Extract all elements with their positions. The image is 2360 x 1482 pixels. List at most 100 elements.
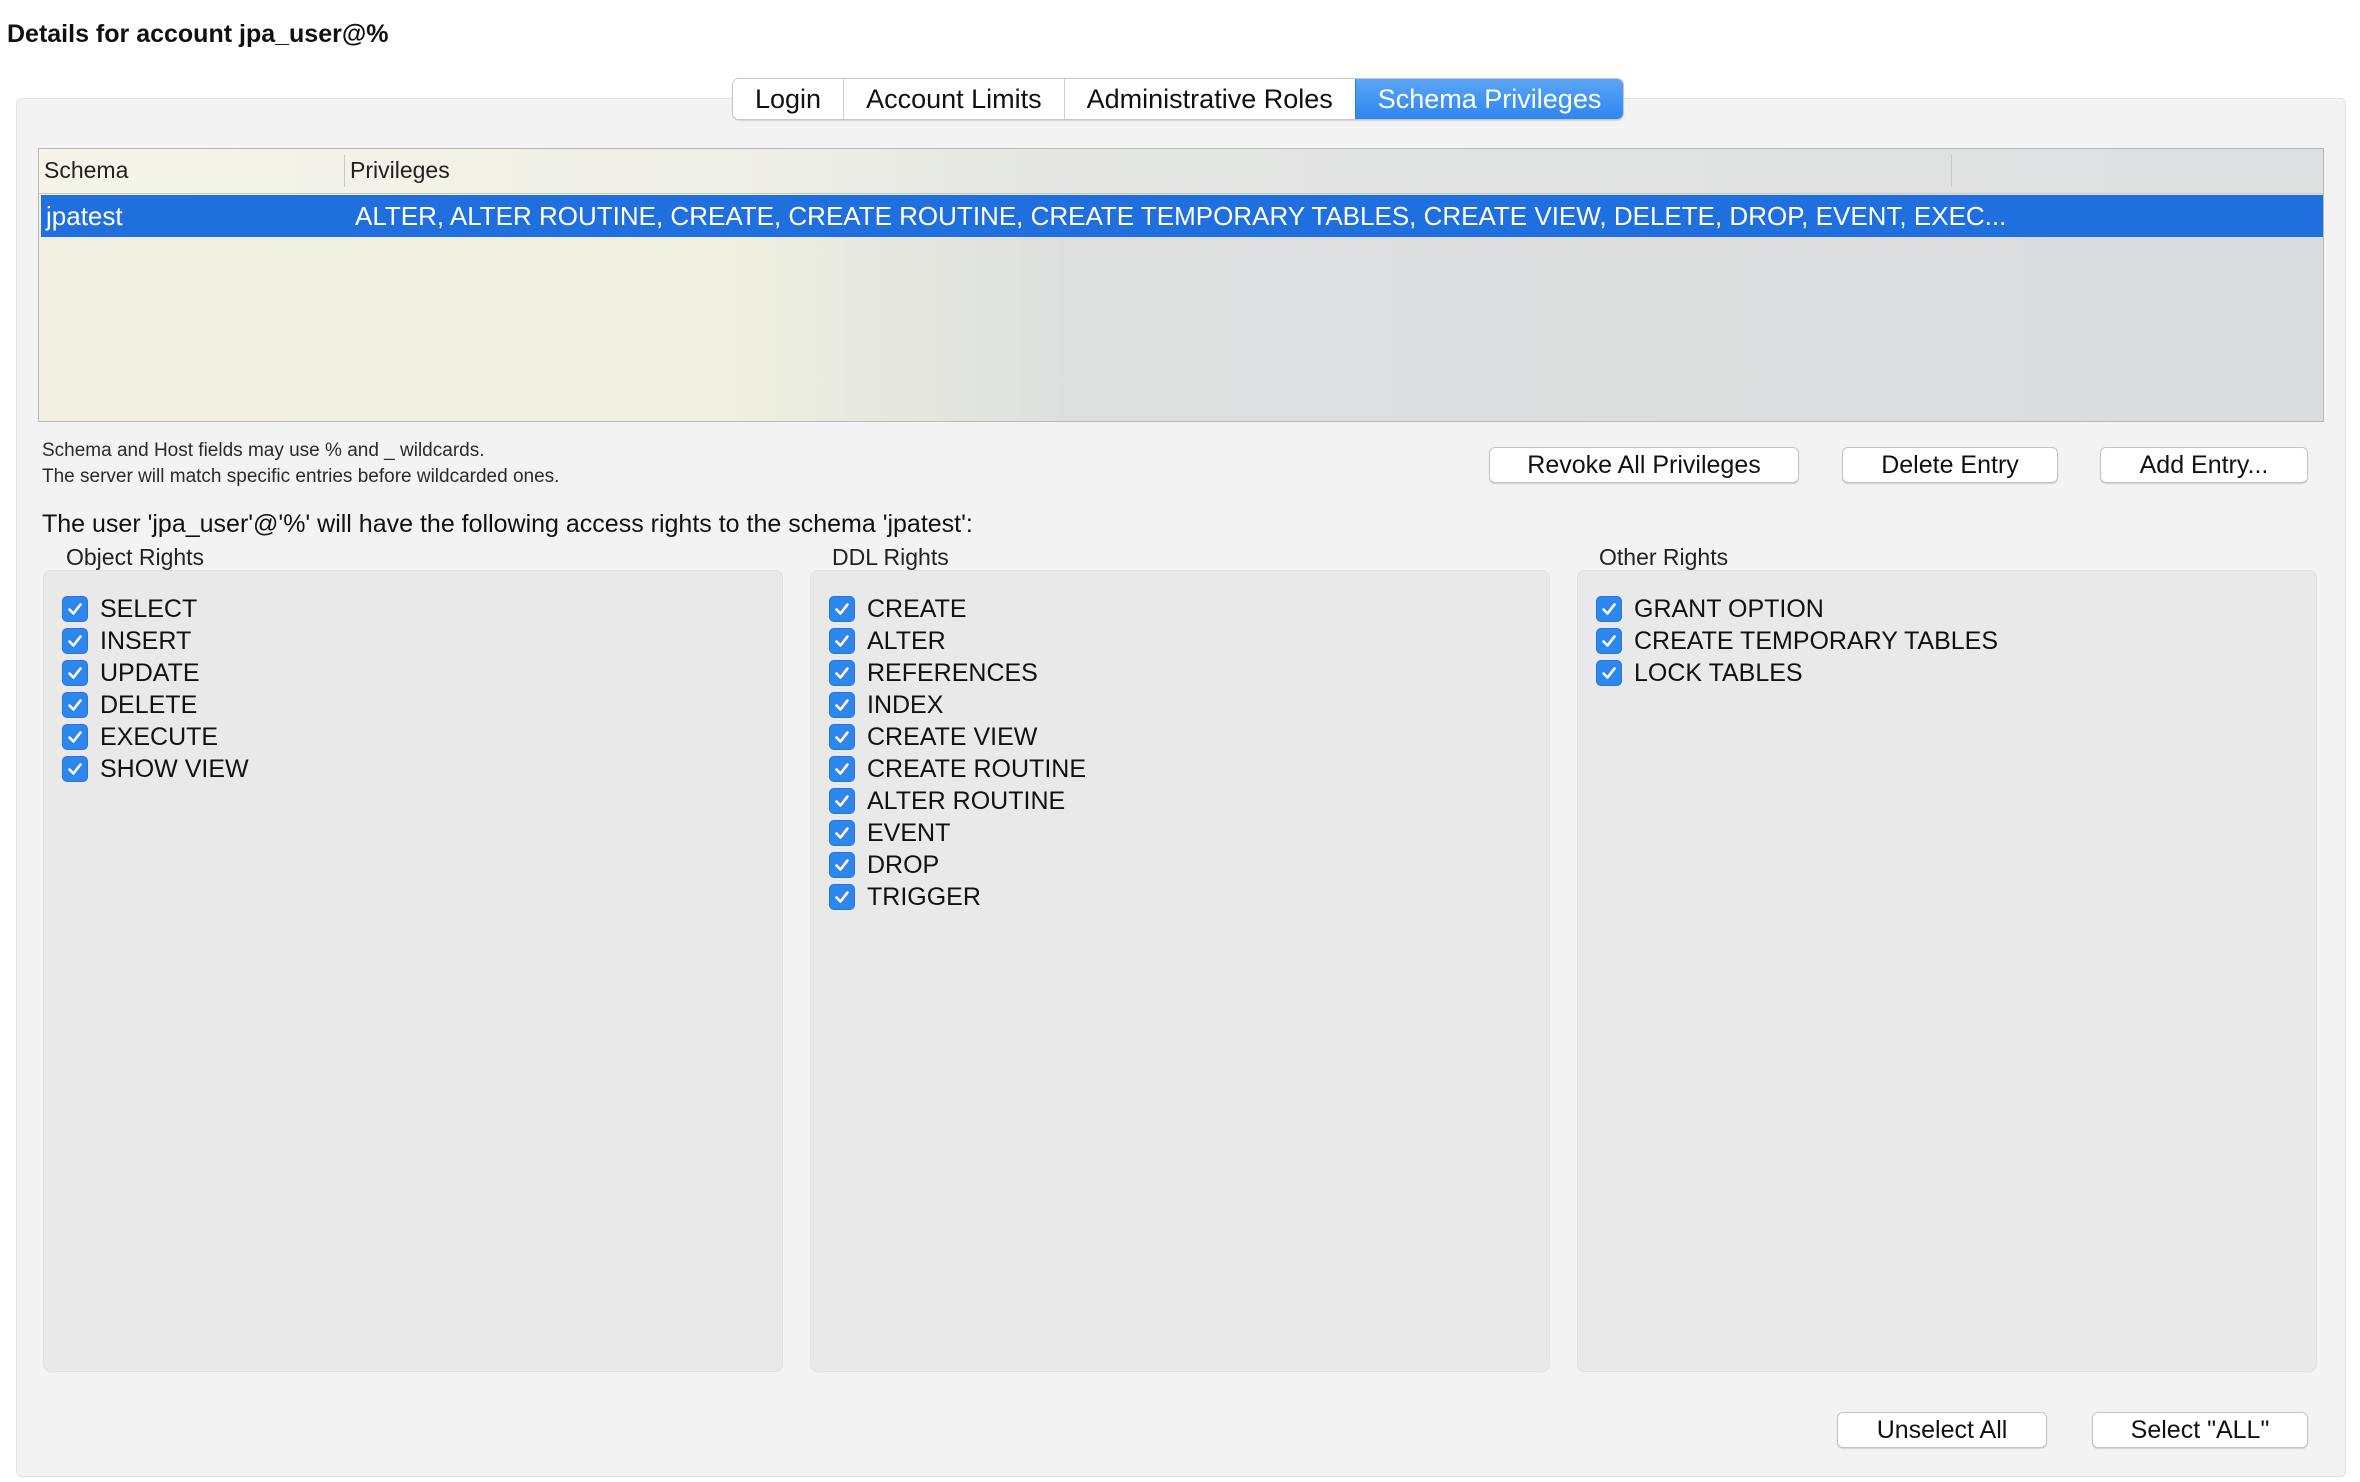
column-header-privileges[interactable]: Privileges <box>350 157 450 184</box>
checkbox-lock-tables[interactable] <box>1596 660 1622 686</box>
checkmark-icon <box>66 664 84 682</box>
checkbox-label: DELETE <box>100 690 198 719</box>
column-header-schema[interactable]: Schema <box>44 157 128 184</box>
checkmark-icon <box>66 696 84 714</box>
checkbox-label: INSERT <box>100 626 192 655</box>
checkmark-icon <box>1600 664 1618 682</box>
checkbox-index[interactable] <box>829 692 855 718</box>
other-rights-panel: GRANT OPTION CREATE TEMPORARY TABLES LOCK … <box>1577 570 2317 1372</box>
checkbox-alter-routine[interactable] <box>829 788 855 814</box>
checkbox-row-update[interactable]: UPDATE <box>62 657 249 689</box>
checkbox-row-drop[interactable]: DROP <box>829 849 1086 881</box>
checkmark-icon <box>66 728 84 746</box>
checkbox-label: CREATE ROUTINE <box>867 754 1086 783</box>
checkbox-references[interactable] <box>829 660 855 686</box>
table-header: Schema Privileges <box>39 149 2323 194</box>
checkmark-icon <box>66 632 84 650</box>
schema-privileges-table[interactable]: Schema Privileges jpatest ALTER, ALTER R… <box>38 148 2324 422</box>
column-divider[interactable] <box>344 155 345 187</box>
checkbox-label: EXECUTE <box>100 722 219 751</box>
checkbox-row-grant-option[interactable]: GRANT OPTION <box>1596 593 1998 625</box>
checkmark-icon <box>1600 600 1618 618</box>
checkmark-icon <box>833 664 851 682</box>
tab-bar: Login Account Limits Administrative Role… <box>732 78 1625 120</box>
object-rights-panel: SELECT INSERT UPDATE DELETE EXECUTE SHOW VIEW <box>43 570 783 1372</box>
checkbox-insert[interactable] <box>62 628 88 654</box>
checkbox-row-execute[interactable]: EXECUTE <box>62 721 249 753</box>
ddl-rights-title: DDL Rights <box>832 544 949 570</box>
unselect-all-button[interactable]: Unselect All <box>1837 1412 2047 1448</box>
checkbox-row-create-routine[interactable]: CREATE ROUTINE <box>829 753 1086 785</box>
checkbox-row-create-view[interactable]: CREATE VIEW <box>829 721 1086 753</box>
checkmark-icon <box>1600 632 1618 650</box>
checkmark-icon <box>833 728 851 746</box>
add-entry-button[interactable]: Add Entry... <box>2100 447 2308 483</box>
checkmark-icon <box>833 888 851 906</box>
checkmark-icon <box>66 760 84 778</box>
checkmark-icon <box>66 600 84 618</box>
checkmark-icon <box>833 600 851 618</box>
checkbox-create-routine[interactable] <box>829 756 855 782</box>
table-row[interactable]: jpatest ALTER, ALTER ROUTINE, CREATE, CR… <box>41 195 2323 237</box>
checkbox-create-temporary-tables[interactable] <box>1596 628 1622 654</box>
checkbox-label: CREATE VIEW <box>867 722 1038 751</box>
checkbox-label: CREATE <box>867 594 967 623</box>
wildcard-hint: Schema and Host fields may use % and _ w… <box>42 440 485 461</box>
checkbox-row-alter[interactable]: ALTER <box>829 625 1086 657</box>
checkbox-grant-option[interactable] <box>1596 596 1622 622</box>
checkbox-label: GRANT OPTION <box>1634 594 1824 623</box>
checkbox-create[interactable] <box>829 596 855 622</box>
select-all-button[interactable]: Select "ALL" <box>2092 1412 2308 1448</box>
tab-login[interactable]: Login <box>733 79 844 119</box>
checkbox-row-create[interactable]: CREATE <box>829 593 1086 625</box>
checkbox-row-insert[interactable]: INSERT <box>62 625 249 657</box>
tab-account-limits[interactable]: Account Limits <box>843 79 1064 119</box>
checkbox-create-view[interactable] <box>829 724 855 750</box>
tab-administrative-roles[interactable]: Administrative Roles <box>1063 79 1355 119</box>
delete-entry-button[interactable]: Delete Entry <box>1842 447 2058 483</box>
checkbox-alter[interactable] <box>829 628 855 654</box>
checkmark-icon <box>833 696 851 714</box>
other-rights-title: Other Rights <box>1599 544 1729 570</box>
checkbox-row-references[interactable]: REFERENCES <box>829 657 1086 689</box>
checkbox-row-lock-tables[interactable]: LOCK TABLES <box>1596 657 1998 689</box>
revoke-all-privileges-button[interactable]: Revoke All Privileges <box>1489 447 1799 483</box>
checkmark-icon <box>833 760 851 778</box>
checkbox-label: SHOW VIEW <box>100 754 249 783</box>
ddl-rights-panel: CREATE ALTER REFERENCES INDEX CREATE VIEW CRE… <box>810 570 1550 1372</box>
checkbox-row-delete[interactable]: DELETE <box>62 689 249 721</box>
checkbox-label: TRIGGER <box>867 882 981 911</box>
checkbox-execute[interactable] <box>62 724 88 750</box>
checkbox-label: ALTER ROUTINE <box>867 786 1066 815</box>
checkmark-icon <box>833 824 851 842</box>
checkbox-row-event[interactable]: EVENT <box>829 817 1086 849</box>
checkbox-row-show-view[interactable]: SHOW VIEW <box>62 753 249 785</box>
match-hint: The server will match specific entries b… <box>42 466 560 487</box>
checkbox-show-view[interactable] <box>62 756 88 782</box>
checkbox-row-index[interactable]: INDEX <box>829 689 1086 721</box>
checkbox-label: LOCK TABLES <box>1634 658 1803 687</box>
checkbox-label: EVENT <box>867 818 951 847</box>
checkbox-label: UPDATE <box>100 658 200 687</box>
cell-privileges: ALTER, ALTER ROUTINE, CREATE, CREATE ROU… <box>355 201 2007 231</box>
window-title: Details for account jpa_user@% <box>7 20 389 48</box>
checkbox-row-trigger[interactable]: TRIGGER <box>829 881 1086 913</box>
checkbox-select[interactable] <box>62 596 88 622</box>
tab-schema-privileges[interactable]: Schema Privileges <box>1354 79 1624 119</box>
checkbox-delete[interactable] <box>62 692 88 718</box>
column-divider[interactable] <box>1951 155 1952 187</box>
checkbox-row-select[interactable]: SELECT <box>62 593 249 625</box>
checkbox-label: ALTER <box>867 626 946 655</box>
checkbox-trigger[interactable] <box>829 884 855 910</box>
checkbox-update[interactable] <box>62 660 88 686</box>
checkmark-icon <box>833 632 851 650</box>
access-rights-label: The user 'jpa_user'@'%' will have the fo… <box>42 510 973 538</box>
checkbox-drop[interactable] <box>829 852 855 878</box>
checkbox-row-alter-routine[interactable]: ALTER ROUTINE <box>829 785 1086 817</box>
checkbox-event[interactable] <box>829 820 855 846</box>
checkbox-label: INDEX <box>867 690 944 719</box>
checkbox-row-create-temporary-tables[interactable]: CREATE TEMPORARY TABLES <box>1596 625 1998 657</box>
cell-schema: jpatest <box>46 201 123 231</box>
checkbox-label: REFERENCES <box>867 658 1038 687</box>
checkbox-label: DROP <box>867 850 940 879</box>
